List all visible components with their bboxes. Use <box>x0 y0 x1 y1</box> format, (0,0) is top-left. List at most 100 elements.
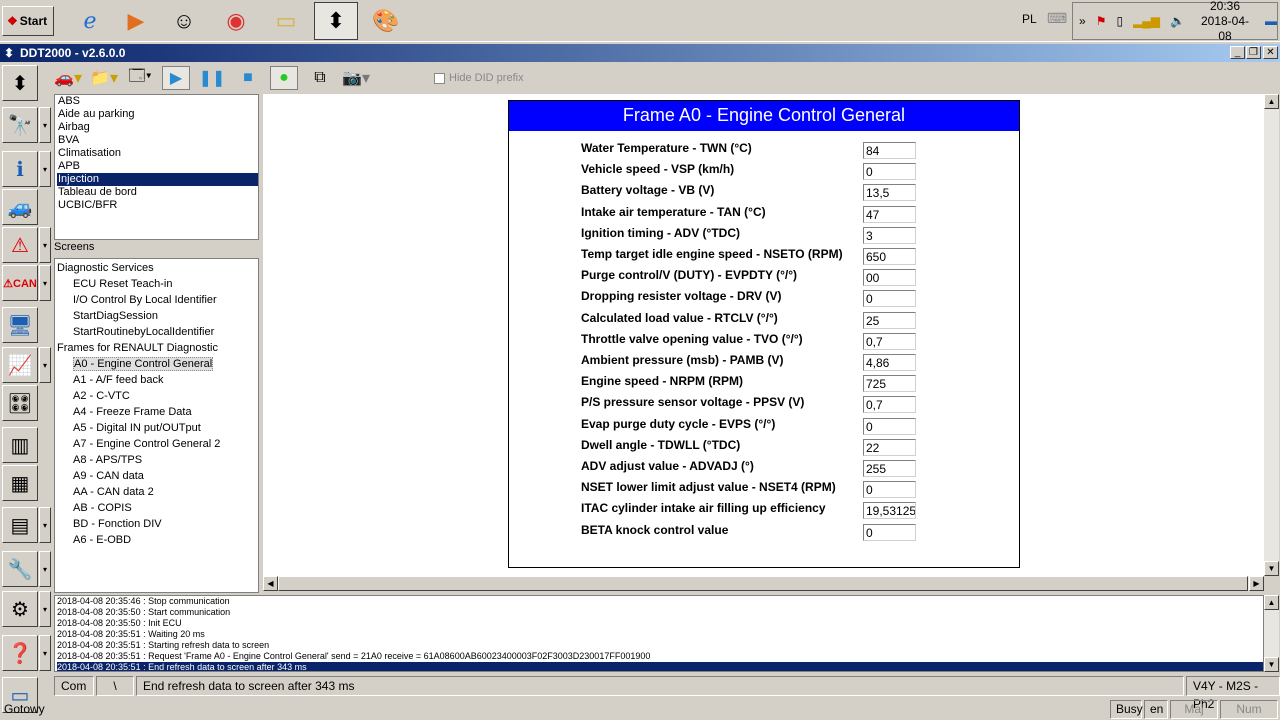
play-button[interactable]: ▶ <box>162 66 190 90</box>
info-icon[interactable]: ℹ <box>2 151 38 187</box>
tree-item[interactable]: A8 - APS/TPS <box>57 452 258 468</box>
log-entry[interactable]: 2018-04-08 20:35:50 : Start communicatio… <box>57 607 1263 618</box>
monitor-icon[interactable]: 🖥 <box>2 307 38 343</box>
minimize-button[interactable]: _ <box>1230 46 1245 59</box>
help-icon[interactable]: ❓ <box>2 635 38 671</box>
keyboard-icon[interactable]: ⌨ <box>1047 10 1067 27</box>
log-scrollbar[interactable]: ▲ ▼ <box>1264 595 1279 672</box>
dropdown-arrow[interactable]: ▾ <box>39 265 51 301</box>
tree-item[interactable]: A6 - E-OBD <box>57 532 258 548</box>
ecu-item[interactable]: BVA <box>57 134 258 147</box>
tree-group[interactable]: Diagnostic Services <box>57 260 258 276</box>
tree-item[interactable]: A4 - Freeze Frame Data <box>57 404 258 420</box>
memory-module-icon[interactable]: ▤ <box>2 507 38 543</box>
frame-row-value[interactable]: 650 <box>863 248 916 265</box>
frame-row-value[interactable]: 4,86 <box>863 354 916 371</box>
scroll-up-icon[interactable]: ▲ <box>1264 595 1279 610</box>
dropdown-arrow[interactable]: ▾ <box>39 591 51 627</box>
frame-row-value[interactable]: 0 <box>863 163 916 181</box>
dropdown-arrow[interactable]: ▾ <box>39 551 51 587</box>
frame-row-value[interactable]: 0,7 <box>863 396 916 414</box>
tree-group[interactable]: Frames for RENAULT Diagnostic <box>57 340 258 356</box>
clock[interactable]: 20:36 2018-04-08 <box>1195 0 1255 44</box>
frame-row-value[interactable]: 22 <box>863 438 916 456</box>
scroll-right-icon[interactable]: ▶ <box>1249 576 1264 591</box>
chart-icon[interactable]: 📈 <box>2 347 38 383</box>
dropdown-arrow[interactable]: ▾ <box>39 347 51 383</box>
chevron-icon[interactable]: » <box>1079 14 1086 28</box>
frame-row-value[interactable]: 13,5 <box>863 184 916 202</box>
volume-icon[interactable]: 🔈 <box>1170 14 1185 28</box>
frame-row-value[interactable]: 47 <box>863 205 916 223</box>
battery-icon[interactable]: ▯ <box>1116 14 1123 28</box>
log-entry[interactable]: 2018-04-08 20:35:46 : Stop communication <box>57 596 1263 607</box>
stop-button[interactable]: ■ <box>234 66 262 90</box>
show-desktop-icon[interactable]: ▬ <box>1265 14 1277 28</box>
engine-gear-icon[interactable]: ⚙ <box>2 591 38 627</box>
log-entry[interactable]: 2018-04-08 20:35:51 : Starting refresh d… <box>57 640 1263 651</box>
start-button[interactable]: ❖ Start <box>2 6 54 36</box>
open-ecu-icon[interactable]: 📁▾ <box>90 66 118 90</box>
frame-row-value[interactable]: 0 <box>863 481 916 499</box>
ecu-item[interactable]: Climatisation <box>57 147 258 160</box>
mascot-app-icon[interactable]: ☺ <box>162 2 206 40</box>
restore-button[interactable]: ❐ <box>1246 46 1261 59</box>
frame-row-value[interactable]: 00 <box>863 269 916 287</box>
warning-icon[interactable]: ⚠ <box>2 227 38 263</box>
tree-item[interactable]: A2 - C-VTC <box>57 388 258 404</box>
chrome-icon[interactable]: ◉ <box>214 2 258 40</box>
tree-item[interactable]: A9 - CAN data <box>57 468 258 484</box>
frame-row-value[interactable]: 0 <box>863 523 916 541</box>
tree-item[interactable]: A7 - Engine Control General 2 <box>57 436 258 452</box>
log-entry[interactable]: 2018-04-08 20:35:51 : Request 'Frame A0 … <box>57 651 1263 662</box>
frame-row-value[interactable]: 0,7 <box>863 332 916 350</box>
open-screen-icon[interactable]: 🗔▾ <box>126 66 154 90</box>
binoculars-icon[interactable]: 🔭 <box>2 107 38 143</box>
close-button[interactable]: ✕ <box>1263 46 1278 59</box>
vertical-scrollbar[interactable]: ▲ ▼ <box>1264 94 1279 576</box>
horizontal-scrollbar[interactable]: ◀ ▶ <box>263 576 1264 591</box>
scroll-down-icon[interactable]: ▼ <box>1264 561 1279 576</box>
dropdown-arrow[interactable]: ▾ <box>39 635 51 671</box>
tools-icon[interactable]: 🔧 <box>2 551 38 587</box>
tree-item[interactable]: A1 - A/F feed back <box>57 372 258 388</box>
media-player-icon[interactable]: ▶ <box>114 2 158 40</box>
paint-icon[interactable]: 🎨 <box>364 2 408 40</box>
network-icon[interactable]: ▂▄▆ <box>1133 14 1160 28</box>
scroll-left-icon[interactable]: ◀ <box>263 576 278 591</box>
frame-row-value[interactable]: 84 <box>863 142 916 159</box>
ecu-item[interactable]: Aide au parking <box>57 108 258 121</box>
vehicle-scan-icon[interactable]: 🚙 <box>2 189 38 225</box>
tree-item[interactable]: AA - CAN data 2 <box>57 484 258 500</box>
tree-item[interactable]: StartDiagSession <box>57 308 258 324</box>
open-vehicle-icon[interactable]: 🚗▾ <box>54 66 82 90</box>
dropdown-arrow[interactable]: ▾ <box>39 151 51 187</box>
ddt-logo-icon[interactable]: ⬍ <box>2 65 38 101</box>
ecu-item[interactable]: APB <box>57 160 258 173</box>
tree-item[interactable]: A0 - Engine Control General <box>57 356 258 372</box>
tree-item[interactable]: StartRoutinebyLocalIdentifier <box>57 324 258 340</box>
scroll-up-icon[interactable]: ▲ <box>1264 94 1279 109</box>
log-entry[interactable]: 2018-04-08 20:35:51 : End refresh data t… <box>57 662 1263 671</box>
internet-explorer-icon[interactable]: ℯ <box>68 2 112 40</box>
ecu-item[interactable]: Tableau de bord <box>57 186 258 199</box>
ecu-item[interactable]: UCBIC/BFR <box>57 199 258 212</box>
action-center-flag-icon[interactable]: ⚑ <box>1096 14 1107 28</box>
connection-status-icon[interactable]: ● <box>270 66 298 90</box>
ddt2000-taskbar-icon[interactable]: ⬍ <box>314 2 358 40</box>
frame-row-value[interactable]: 255 <box>863 460 916 477</box>
ecu-chip-icon[interactable]: ▦ <box>2 465 38 501</box>
tree-item[interactable]: ECU Reset Teach-in <box>57 276 258 292</box>
scroll-down-icon[interactable]: ▼ <box>1264 657 1279 672</box>
frame-row-value[interactable]: 725 <box>863 375 916 393</box>
tree-item[interactable]: I/O Control By Local Identifier <box>57 292 258 308</box>
tree-item[interactable]: A5 - Digital IN put/OUTput <box>57 420 258 436</box>
log-entry[interactable]: 2018-04-08 20:35:51 : Waiting 20 ms <box>57 629 1263 640</box>
tree-item[interactable]: AB - COPIS <box>57 500 258 516</box>
ecu-item[interactable]: Airbag <box>57 121 258 134</box>
frame-row-value[interactable]: 3 <box>863 226 916 244</box>
frame-row-value[interactable]: 0 <box>863 290 916 308</box>
can-warning-icon[interactable]: ⚠CAN <box>2 265 38 301</box>
dropdown-arrow[interactable]: ▾ <box>39 507 51 543</box>
tree-item[interactable]: BD - Fonction DIV <box>57 516 258 532</box>
